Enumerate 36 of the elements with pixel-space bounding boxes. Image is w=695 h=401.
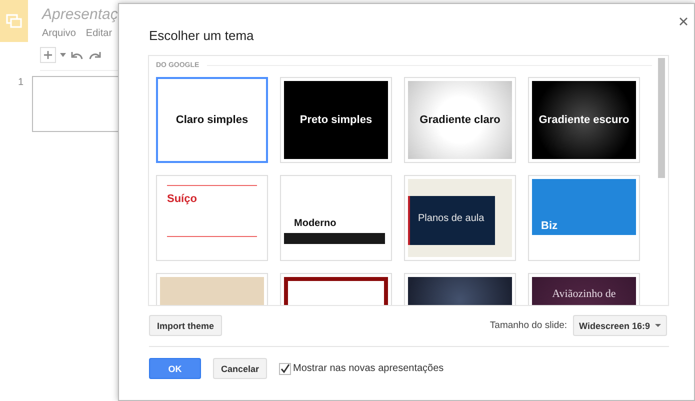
theme-thumbnail[interactable]: Biz <box>528 175 640 261</box>
undo-icon[interactable] <box>70 50 84 60</box>
checkbox-label: Mostrar nas novas apresentações <box>293 363 444 374</box>
plus-icon <box>44 51 52 59</box>
theme-title: Biz <box>541 220 558 232</box>
import-theme-button[interactable]: Import theme <box>149 315 222 336</box>
theme-title: Moderno <box>294 218 336 229</box>
redo-icon[interactable] <box>88 50 102 60</box>
caret-icon <box>655 324 661 327</box>
theme-thumbnail[interactable]: Aviãozinho de <box>528 273 640 305</box>
slide-size-dropdown[interactable]: Widescreen 16:9 <box>573 315 667 336</box>
menu-item[interactable]: Editar <box>86 28 112 39</box>
theme-title: Aviãozinho de <box>552 288 616 302</box>
dropdown-caret-icon[interactable] <box>60 53 66 57</box>
theme-thumbnail[interactable]: Gradiente escuro <box>528 77 640 163</box>
menu-item[interactable]: Arquivo <box>42 28 76 39</box>
theme-thumbnail[interactable]: Moderno <box>280 175 392 261</box>
theme-thumbnail[interactable]: Gradiente claro <box>404 77 516 163</box>
theme-title: Planos de aula <box>418 213 484 224</box>
dialog-title: Escolher um tema <box>149 28 254 44</box>
cancel-button[interactable]: Cancelar <box>213 358 268 379</box>
theme-title: Gradiente escuro <box>538 114 630 126</box>
theme-title: Preto simples <box>300 114 372 126</box>
theme-title: Suíço <box>167 193 197 205</box>
theme-thumbnail[interactable]: Preto simples <box>280 77 392 163</box>
new-slide-button[interactable] <box>40 47 56 63</box>
checkbox[interactable] <box>279 362 292 374</box>
slide-number: 1 <box>18 77 24 90</box>
slide-size-label: Tamanho do slide: <box>490 320 568 331</box>
theme-title: Gradiente claro <box>420 114 500 126</box>
scrollbar-thumb[interactable] <box>658 58 665 178</box>
theme-title: Claro simples <box>176 114 248 126</box>
theme-thumbnail[interactable]: Suíço <box>156 175 268 261</box>
theme-thumbnail[interactable]: Planos de aula <box>404 175 516 261</box>
close-icon[interactable] <box>679 17 688 26</box>
theme-thumbnail[interactable]: Claro simples <box>156 77 268 163</box>
